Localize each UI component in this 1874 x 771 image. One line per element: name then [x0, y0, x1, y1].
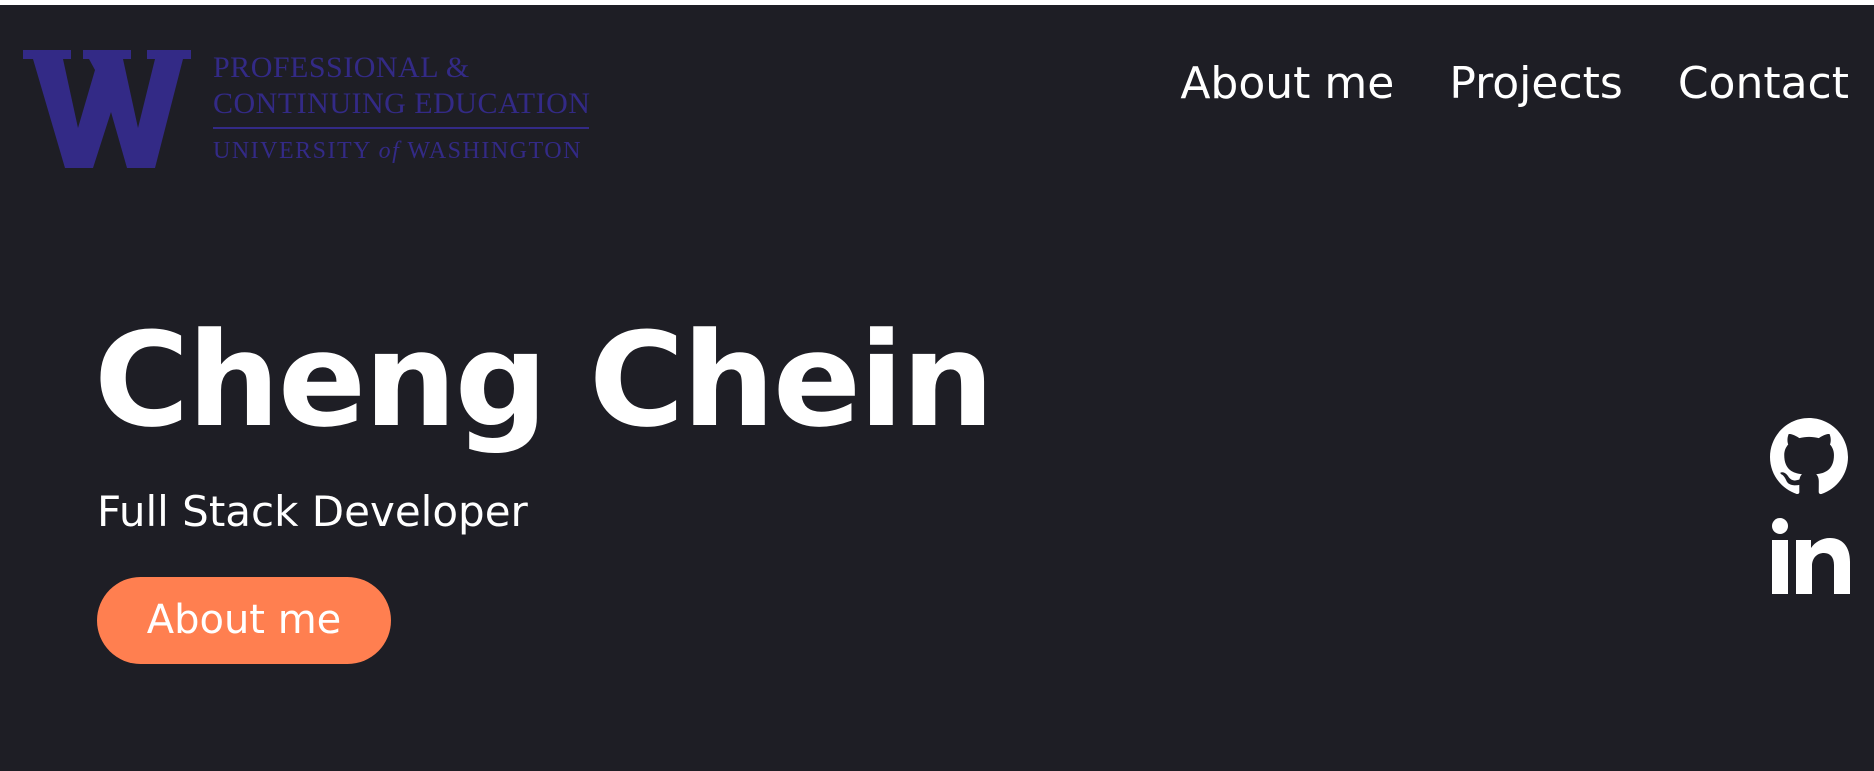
logo-line-continuing-education: CONTINUING EDUCATION: [213, 87, 591, 120]
page: PROFESSIONAL & CONTINUING EDUCATION UNIV…: [0, 5, 1874, 771]
github-link[interactable]: [1770, 418, 1850, 496]
linkedin-link[interactable]: [1770, 518, 1850, 594]
github-icon: [1770, 418, 1848, 495]
about-me-button[interactable]: About me: [97, 577, 391, 664]
nav-link-contact[interactable]: Contact: [1678, 55, 1849, 113]
hero-name: Cheng Chein: [94, 304, 994, 456]
logo-washington-text: WASHINGTON: [400, 138, 582, 164]
nav-link-about-me[interactable]: About me: [1180, 55, 1394, 113]
logo-university-text: UNIVERSITY: [213, 138, 379, 164]
hero-role: Full Stack Developer: [97, 487, 528, 536]
logo-of-text: of: [378, 138, 401, 164]
logo-line-university: UNIVERSITY of WASHINGTON: [213, 137, 593, 165]
nav-link-projects[interactable]: Projects: [1449, 55, 1622, 113]
uw-w-mark-icon: [23, 50, 191, 168]
linkedin-icon: [1772, 518, 1850, 594]
main-nav: About me Projects Contact: [1180, 55, 1849, 113]
logo-divider: [213, 127, 589, 129]
uw-pce-logo-link[interactable]: PROFESSIONAL & CONTINUING EDUCATION UNIV…: [23, 50, 593, 172]
logo-wordmark: PROFESSIONAL & CONTINUING EDUCATION UNIV…: [213, 50, 593, 165]
social-links: [1770, 418, 1850, 594]
logo-line-professional: PROFESSIONAL &: [213, 51, 470, 84]
